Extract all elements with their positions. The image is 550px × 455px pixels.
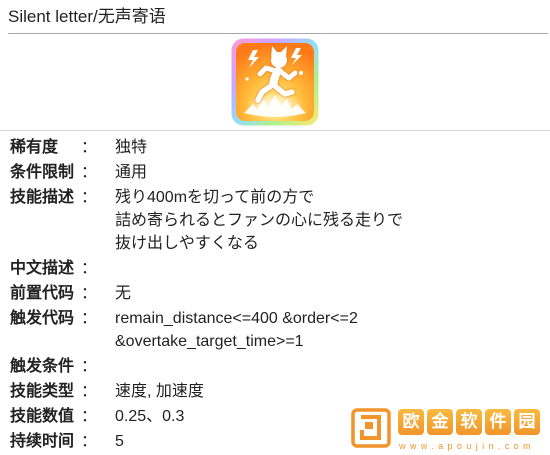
- page-title: Silent letter/无声寄语: [8, 7, 166, 26]
- title-underline: [8, 33, 548, 34]
- skill-description-line: 抜け出しやすくなる: [115, 235, 259, 252]
- info-row-trigger-condition: 触发条件 ：: [0, 354, 550, 379]
- info-row-condition-restriction: 条件限制 ： 通用: [0, 160, 550, 185]
- separator-colon: ：: [81, 358, 98, 375]
- watermark-brand-char: 园: [514, 409, 540, 435]
- apoujin-logo-icon: [351, 408, 391, 448]
- trigger-code-line: &overtake_target_time>=1: [115, 333, 304, 350]
- info-row-rarity: 稀有度 ： 独特: [0, 135, 550, 160]
- condition-restriction-value: 通用: [115, 161, 550, 184]
- watermark-url: www.apoujin.com: [399, 441, 536, 451]
- skill-type-value: 速度, 加速度: [115, 380, 550, 403]
- info-row-skill-description: 技能描述 ： 残り400mを切って前の方で 詰め寄られるとファンの心に残る走りで…: [0, 185, 550, 256]
- trigger-condition-label: 触发条件: [10, 358, 75, 375]
- info-row-chinese-description: 中文描述 ：: [0, 256, 550, 281]
- skill-type-label: 技能类型: [10, 383, 75, 400]
- separator-colon: ：: [81, 383, 98, 400]
- rarity-value: 独特: [115, 136, 550, 159]
- precondition-code-value: 无: [115, 282, 550, 305]
- skill-values-label: 技能数值: [10, 408, 75, 425]
- trigger-condition-value: [115, 355, 550, 378]
- info-row-precondition-code: 前置代码 ： 无: [0, 281, 550, 306]
- precondition-code-value-line: 无: [115, 285, 132, 302]
- sparkle-dot: [299, 71, 303, 75]
- skill-type-value-line: 速度, 加速度: [115, 383, 204, 400]
- skill-description-line: 残り400mを切って前の方で: [115, 189, 315, 206]
- precondition-code-label: 前置代码: [10, 285, 75, 302]
- figure-head: [271, 52, 287, 68]
- chinese-description-value: [115, 257, 550, 280]
- skill-info-table: 稀有度 ： 独特 条件限制 ： 通用 技能描述 ： 残り400mを切って前の方で…: [0, 135, 550, 454]
- skill-description-label: 技能描述: [10, 189, 75, 206]
- info-row-skill-type: 技能类型 ： 速度, 加速度: [0, 379, 550, 404]
- section-divider: [0, 130, 550, 131]
- separator-colon: ：: [81, 285, 98, 302]
- watermark-brand-char: 软: [456, 409, 482, 435]
- separator-colon: ：: [81, 310, 98, 327]
- skill-icon: [231, 38, 319, 126]
- trigger-code-line: remain_distance<=400 &order<=2: [115, 310, 358, 327]
- duration-label: 持续时间: [10, 433, 75, 450]
- trigger-code-label: 触发代码: [10, 310, 75, 327]
- skill-icon-graphic: [231, 38, 319, 126]
- logo-dot: [365, 422, 373, 429]
- trigger-code-value: remain_distance<=400 &order<=2 &overtake…: [115, 307, 550, 353]
- watermark-brand-char: 金: [427, 409, 453, 435]
- watermark-brand: 欧 金 软 件 园: [398, 409, 540, 435]
- separator-colon: ：: [81, 139, 98, 156]
- condition-restriction-label: 条件限制: [10, 164, 75, 181]
- separator-colon: ：: [81, 433, 98, 450]
- rarity-label: 稀有度: [10, 139, 59, 156]
- skill-description-line: 詰め寄られるとファンの心に残る走りで: [115, 212, 404, 229]
- separator-colon: ：: [81, 260, 98, 277]
- info-row-trigger-code: 触发代码 ： remain_distance<=400 &order<=2 &o…: [0, 306, 550, 354]
- watermark-brand-char: 件: [485, 409, 511, 435]
- watermark-brand-char: 欧: [398, 409, 424, 435]
- condition-restriction-value-line: 通用: [115, 164, 148, 181]
- separator-colon: ：: [81, 164, 98, 181]
- separator-colon: ：: [81, 408, 98, 425]
- separator-colon: ：: [81, 189, 98, 206]
- chinese-description-label: 中文描述: [10, 260, 75, 277]
- sparkle-dot: [245, 77, 249, 81]
- rarity-value-line: 独特: [115, 139, 148, 156]
- skill-description-value: 残り400mを切って前の方で 詰め寄られるとファンの心に残る走りで 抜け出しやす…: [115, 186, 550, 255]
